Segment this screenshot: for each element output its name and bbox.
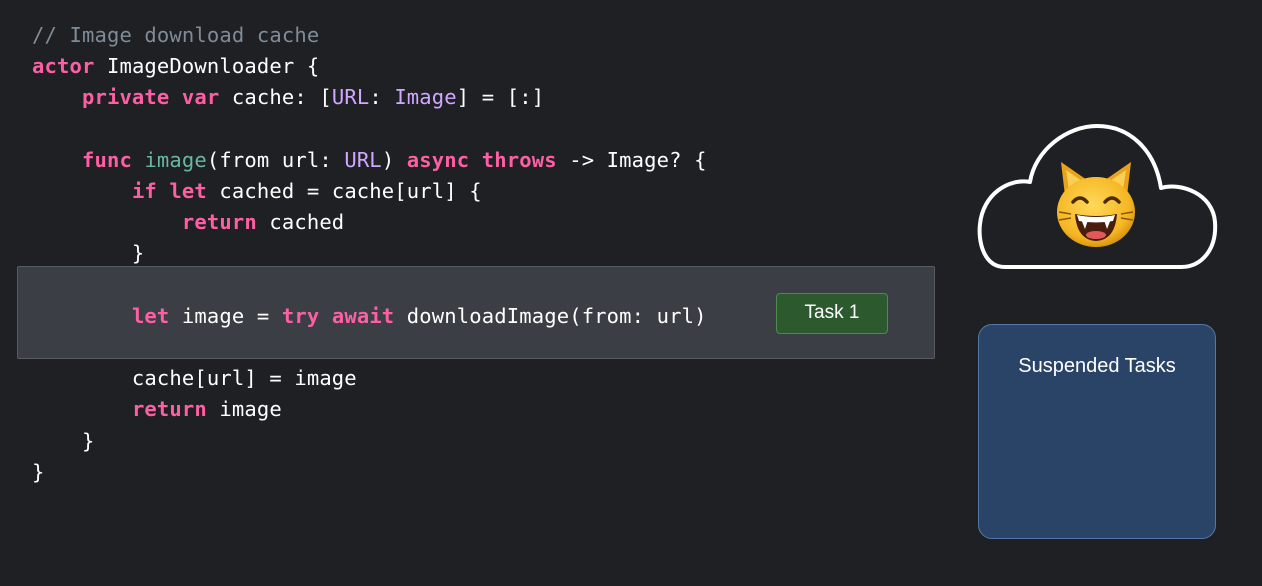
code-token-plain: ImageDownloader { xyxy=(94,54,320,79)
code-token-keyword: private xyxy=(81,85,170,110)
code-token-plain: ] = [:] xyxy=(456,85,545,110)
code-token-keyword: func xyxy=(81,147,132,172)
code-line: let image = try await downloadImage(from… xyxy=(32,301,707,332)
code-line: return cached xyxy=(32,207,344,238)
code-token-keyword: return xyxy=(131,397,207,422)
code-token-plain: ) xyxy=(381,147,407,172)
code-token-plain: cached xyxy=(256,210,345,235)
code-token-plain: : xyxy=(369,85,395,110)
code-token-plain: image = xyxy=(169,303,282,328)
code-token-type: URL xyxy=(331,85,370,110)
code-token-keyword: try xyxy=(281,303,320,328)
suspended-tasks-title: Suspended Tasks xyxy=(1018,355,1176,377)
code-token-keyword: await xyxy=(331,303,395,328)
code-line: cache[url] = image xyxy=(32,363,357,394)
code-token-plain: -> Image? { xyxy=(556,147,707,172)
code-line: actor ImageDownloader { xyxy=(32,51,319,82)
code-token-plain: } xyxy=(32,241,145,266)
code-token-type: Image xyxy=(394,85,457,110)
code-token-keyword: let xyxy=(131,303,170,328)
code-token-func: image xyxy=(144,147,207,172)
code-line: func image(from url: URL) async throws -… xyxy=(32,145,707,176)
code-token-plain: } xyxy=(32,459,45,484)
code-token-type: URL xyxy=(344,147,382,172)
code-token-plain: downloadImage(from: url) xyxy=(394,303,707,328)
code-token-plain: cache: [ xyxy=(219,85,332,110)
code-token-keyword: return xyxy=(181,210,257,235)
code-token-keyword: throws xyxy=(481,147,557,172)
code-line: } xyxy=(32,457,45,488)
code-token-keyword: var xyxy=(181,85,220,110)
suspended-tasks-panel: Suspended Tasks xyxy=(978,324,1216,539)
code-line: if let cached = cache[url] { xyxy=(32,176,482,207)
code-line: private var cache: [URL: Image] = [:] xyxy=(32,82,544,113)
code-token-plain: cached = cache[url] { xyxy=(206,179,482,203)
code-line: return image xyxy=(32,394,282,425)
code-token-keyword: async xyxy=(406,147,470,172)
code-editor: // Image download cache actor ImageDownlo… xyxy=(0,0,950,586)
task-1-badge: Task 1 xyxy=(776,293,888,334)
code-token-keyword: actor xyxy=(32,54,95,79)
code-line: } xyxy=(32,426,94,457)
code-token-plain: image xyxy=(206,397,282,422)
code-token-keyword: let xyxy=(169,179,207,203)
code-token-plain: cache[url] = image xyxy=(32,366,357,391)
code-line: } xyxy=(32,238,144,269)
code-token-plain: } xyxy=(32,428,95,453)
code-token-keyword: if xyxy=(131,179,157,203)
grinning-cat-emoji-icon xyxy=(1057,162,1135,247)
code-token-comment: // Image download cache xyxy=(32,23,320,47)
code-line: // Image download cache xyxy=(32,20,319,51)
code-token-plain: (from url: xyxy=(206,147,345,172)
